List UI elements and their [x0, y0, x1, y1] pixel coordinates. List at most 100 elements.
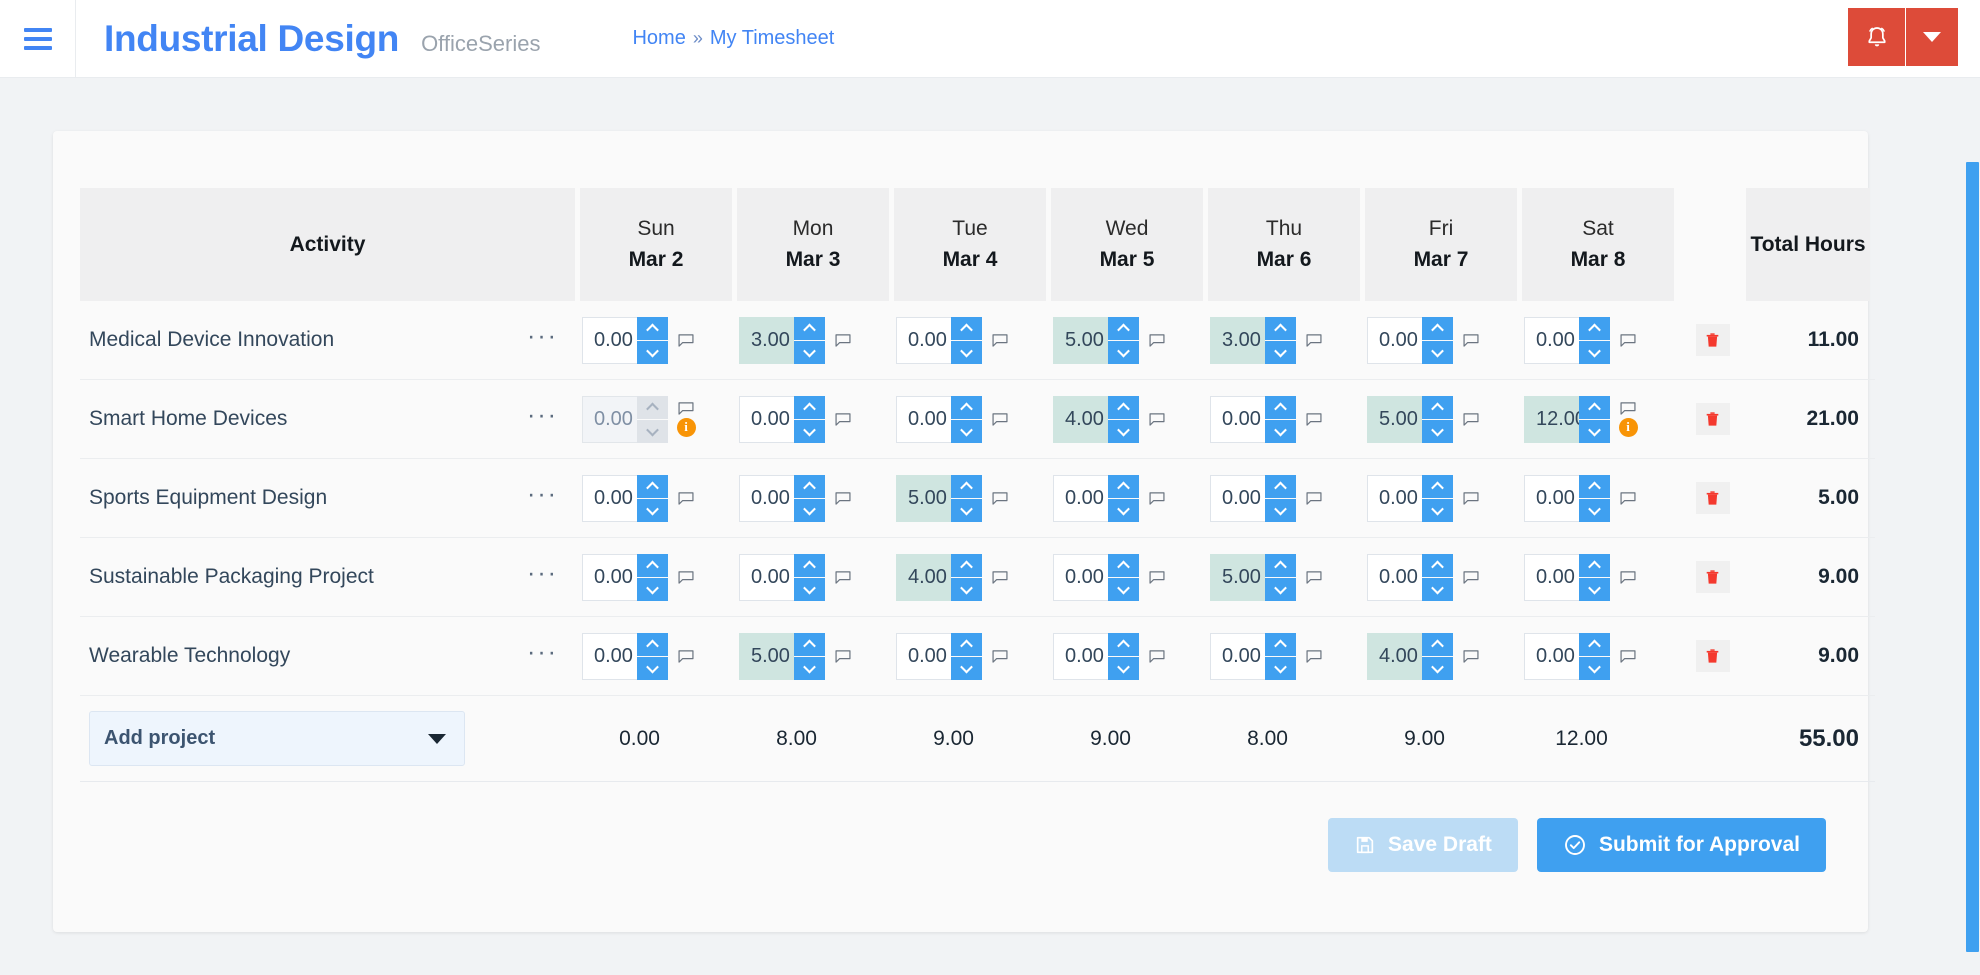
spinner-down-button[interactable]	[1108, 578, 1139, 601]
hours-input[interactable]: 0.00	[582, 633, 668, 680]
hours-input[interactable]: 0.00	[739, 475, 825, 522]
hours-input[interactable]: 0.00	[739, 554, 825, 601]
spinner-down-button[interactable]	[637, 499, 668, 522]
comment-icon[interactable]	[992, 413, 1008, 426]
spinner-down-button[interactable]	[1579, 420, 1610, 443]
row-menu-button[interactable]: ···	[527, 487, 558, 510]
spinner-up-button[interactable]	[794, 633, 825, 657]
spinner-up-button[interactable]	[1265, 633, 1296, 657]
info-icon[interactable]: i	[677, 418, 696, 437]
spinner-down-button[interactable]	[1579, 578, 1610, 601]
hours-input[interactable]: 5.00	[1053, 317, 1139, 364]
spinner-down-button[interactable]	[1108, 499, 1139, 522]
spinner-up-button[interactable]	[1265, 396, 1296, 420]
spinner-up-button[interactable]	[637, 317, 668, 341]
spinner-down-button[interactable]	[1265, 578, 1296, 601]
comment-icon[interactable]	[1620, 571, 1636, 584]
spinner-up-button[interactable]	[1265, 554, 1296, 578]
spinner-down-button[interactable]	[794, 341, 825, 364]
spinner-down-button[interactable]	[951, 578, 982, 601]
hours-input[interactable]: 0.00	[582, 317, 668, 364]
hours-input[interactable]: 0.00	[582, 475, 668, 522]
hours-input[interactable]: 0.00	[1524, 554, 1610, 601]
hours-input[interactable]: 0.00	[896, 396, 982, 443]
hours-input[interactable]: 0.00	[896, 633, 982, 680]
spinner-up-button[interactable]	[1579, 317, 1610, 341]
spinner-up-button[interactable]	[1422, 317, 1453, 341]
hours-input[interactable]: 5.00	[739, 633, 825, 680]
hours-input[interactable]: 0.00	[1053, 554, 1139, 601]
spinner-up-button[interactable]	[1422, 633, 1453, 657]
comment-icon[interactable]	[992, 492, 1008, 505]
spinner-down-button[interactable]	[1265, 420, 1296, 443]
hours-input[interactable]: 0.00	[582, 554, 668, 601]
comment-icon[interactable]	[678, 571, 694, 584]
submit-approval-button[interactable]: Submit for Approval	[1537, 818, 1826, 872]
comment-icon[interactable]	[992, 334, 1008, 347]
notification-dropdown-button[interactable]	[1906, 8, 1958, 66]
spinner-down-button[interactable]	[794, 499, 825, 522]
spinner-up-button[interactable]	[1265, 475, 1296, 499]
hours-input[interactable]: 0.00	[1524, 633, 1610, 680]
spinner-up-button[interactable]	[1579, 396, 1610, 420]
spinner-down-button[interactable]	[1579, 499, 1610, 522]
hours-input[interactable]: 3.00	[1210, 317, 1296, 364]
hours-input[interactable]: 0.00	[1524, 317, 1610, 364]
comment-icon[interactable]	[1463, 650, 1479, 663]
spinner-down-button[interactable]	[1108, 420, 1139, 443]
hours-input[interactable]: 0.00	[1210, 633, 1296, 680]
spinner-up-button[interactable]	[794, 396, 825, 420]
spinner-up-button[interactable]	[1108, 475, 1139, 499]
comment-icon[interactable]	[1620, 334, 1636, 347]
comment-icon[interactable]	[1463, 413, 1479, 426]
spinner-up-button[interactable]	[951, 317, 982, 341]
hours-input[interactable]: 0.00	[1367, 475, 1453, 522]
spinner-down-button[interactable]	[951, 420, 982, 443]
row-menu-button[interactable]: ···	[527, 329, 558, 352]
comment-icon[interactable]	[678, 650, 694, 663]
comment-icon[interactable]	[1149, 413, 1165, 426]
hours-input[interactable]: 4.00	[896, 554, 982, 601]
comment-icon[interactable]	[992, 650, 1008, 663]
comment-icon[interactable]	[992, 571, 1008, 584]
scrollbar-thumb[interactable]	[1966, 162, 1979, 952]
spinner-up-button[interactable]	[637, 554, 668, 578]
spinner-up-button[interactable]	[637, 633, 668, 657]
spinner-down-button[interactable]	[794, 578, 825, 601]
spinner-up-button[interactable]	[1579, 633, 1610, 657]
spinner-down-button[interactable]	[637, 578, 668, 601]
comment-icon[interactable]	[1620, 492, 1636, 505]
spinner-up-button[interactable]	[1422, 554, 1453, 578]
notification-button[interactable]	[1848, 8, 1906, 66]
comment-icon[interactable]	[678, 402, 694, 415]
hours-input[interactable]: 4.00	[1053, 396, 1139, 443]
comment-icon[interactable]	[835, 334, 851, 347]
comment-icon[interactable]	[835, 650, 851, 663]
page-scrollbar[interactable]	[1964, 156, 1980, 975]
comment-icon[interactable]	[1620, 650, 1636, 663]
hours-input[interactable]: 0.00	[1367, 317, 1453, 364]
spinner-down-button[interactable]	[1422, 341, 1453, 364]
spinner-up-button[interactable]	[951, 396, 982, 420]
spinner-down-button[interactable]	[1422, 499, 1453, 522]
spinner-up-button[interactable]	[1108, 317, 1139, 341]
comment-icon[interactable]	[1306, 492, 1322, 505]
spinner-down-button[interactable]	[951, 657, 982, 680]
spinner-down-button[interactable]	[1265, 657, 1296, 680]
spinner-up-button[interactable]	[951, 633, 982, 657]
spinner-down-button[interactable]	[1579, 341, 1610, 364]
breadcrumb-home-link[interactable]: Home	[632, 27, 685, 50]
delete-row-button[interactable]	[1696, 482, 1730, 514]
comment-icon[interactable]	[1306, 413, 1322, 426]
spinner-down-button[interactable]	[794, 657, 825, 680]
add-project-dropdown[interactable]: Add project	[89, 711, 465, 766]
spinner-up-button[interactable]	[1422, 396, 1453, 420]
comment-icon[interactable]	[678, 492, 694, 505]
spinner-down-button[interactable]	[1108, 341, 1139, 364]
spinner-down-button[interactable]	[637, 657, 668, 680]
comment-icon[interactable]	[1149, 650, 1165, 663]
hours-input[interactable]: 3.00	[739, 317, 825, 364]
comment-icon[interactable]	[1306, 650, 1322, 663]
hours-input[interactable]: 4.00	[1367, 633, 1453, 680]
comment-icon[interactable]	[1306, 571, 1322, 584]
